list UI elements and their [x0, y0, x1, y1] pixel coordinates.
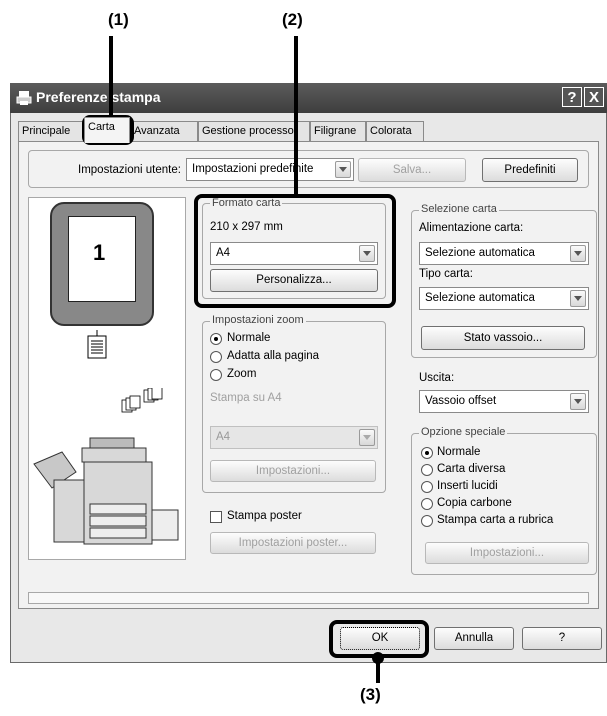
print-on-select[interactable]: A4 [210, 426, 378, 449]
zoom-normal-label: Normale [227, 332, 271, 344]
zoom-settings-button[interactable]: Impostazioni... [210, 460, 376, 482]
zoom-fit-page-radio[interactable] [210, 351, 222, 363]
zoom-settings-legend: Impostazioni zoom [210, 314, 306, 326]
output-value: Vassoio offset [425, 395, 497, 407]
paper-type-select[interactable]: Selezione automatica [419, 287, 589, 310]
special-settings-button[interactable]: Impostazioni... [425, 542, 589, 564]
window-title: Preferenze stampa [36, 89, 161, 105]
chevron-down-icon[interactable] [570, 245, 586, 262]
print-poster-checkbox[interactable] [210, 511, 222, 523]
special-normal-label: Normale [437, 446, 481, 458]
special-transparency-inserts-label: Inserti lucidi [437, 480, 498, 492]
defaults-button[interactable]: Predefiniti [482, 158, 578, 182]
cancel-button[interactable]: Annulla [434, 627, 514, 650]
special-carbon-copy-label: Copia carbone [437, 497, 512, 509]
tray-status-button[interactable]: Stato vassoio... [421, 326, 585, 350]
status-bar [28, 592, 589, 604]
print-on-value: A4 [216, 431, 231, 443]
document-icon [86, 330, 108, 360]
zoom-custom-radio[interactable] [210, 369, 222, 381]
special-options-legend: Opzione speciale [419, 426, 508, 438]
tab-filigrane[interactable]: Filigrane [310, 121, 366, 141]
print-on-label: Stampa su A4 [210, 392, 282, 404]
tab-colorata[interactable]: Colorata [366, 121, 424, 141]
callout-3-dot [372, 652, 384, 664]
special-tab-paper-label: Stampa carta a rubrica [437, 514, 554, 526]
special-tab-paper-radio[interactable] [421, 515, 433, 527]
chevron-down-icon[interactable] [359, 429, 375, 446]
zoom-custom-label: Zoom [227, 368, 257, 380]
paper-source-value: Selezione automatica [425, 247, 535, 259]
close-button[interactable]: X [584, 87, 604, 107]
tab-avanzata[interactable]: Avanzata [130, 121, 198, 141]
copier-machine-icon [32, 430, 182, 554]
callout-3: (3) [360, 685, 381, 704]
special-different-paper-label: Carta diversa [437, 463, 506, 475]
callout-2: (2) [282, 10, 303, 29]
special-carbon-copy-radio[interactable] [421, 498, 433, 510]
paper-type-value: Selezione automatica [425, 292, 535, 304]
special-normal-radio[interactable] [421, 447, 433, 459]
paper-type-label: Tipo carta: [419, 268, 473, 280]
zoom-normal-radio[interactable] [210, 333, 222, 345]
printer-icon [16, 90, 32, 106]
tab-principale[interactable]: Principale [18, 121, 84, 141]
user-settings-select[interactable]: Impostazioni predefinite [186, 158, 354, 181]
special-different-paper-radio[interactable] [421, 464, 433, 476]
output-select[interactable]: Vassoio offset [419, 390, 589, 413]
save-button[interactable]: Salva... [358, 158, 466, 182]
special-transparency-inserts-radio[interactable] [421, 481, 433, 493]
paper-source-select[interactable]: Selezione automatica [419, 242, 589, 265]
callout-2-line [294, 36, 298, 196]
zoom-fit-page-label: Adatta alla pagina [227, 350, 320, 362]
chevron-down-icon[interactable] [570, 290, 586, 307]
callout-2-highlight [194, 194, 396, 308]
chevron-down-icon[interactable] [335, 161, 351, 178]
help-button[interactable]: ? [522, 627, 602, 650]
tab-carta[interactable]: Carta [84, 117, 130, 143]
poster-settings-button[interactable]: Impostazioni poster... [210, 532, 376, 554]
help-title-button[interactable]: ? [562, 87, 582, 107]
page-number: 1 [93, 240, 106, 265]
paper-selection-legend: Selezione carta [419, 203, 499, 215]
user-settings-label: Impostazioni utente: [78, 164, 181, 176]
paper-source-label: Alimentazione carta: [419, 222, 524, 234]
chevron-down-icon[interactable] [570, 393, 586, 410]
print-poster-label: Stampa poster [227, 510, 302, 522]
callout-1: (1) [108, 10, 129, 29]
output-label: Uscita: [419, 372, 455, 384]
collated-copies-icon [120, 386, 176, 418]
